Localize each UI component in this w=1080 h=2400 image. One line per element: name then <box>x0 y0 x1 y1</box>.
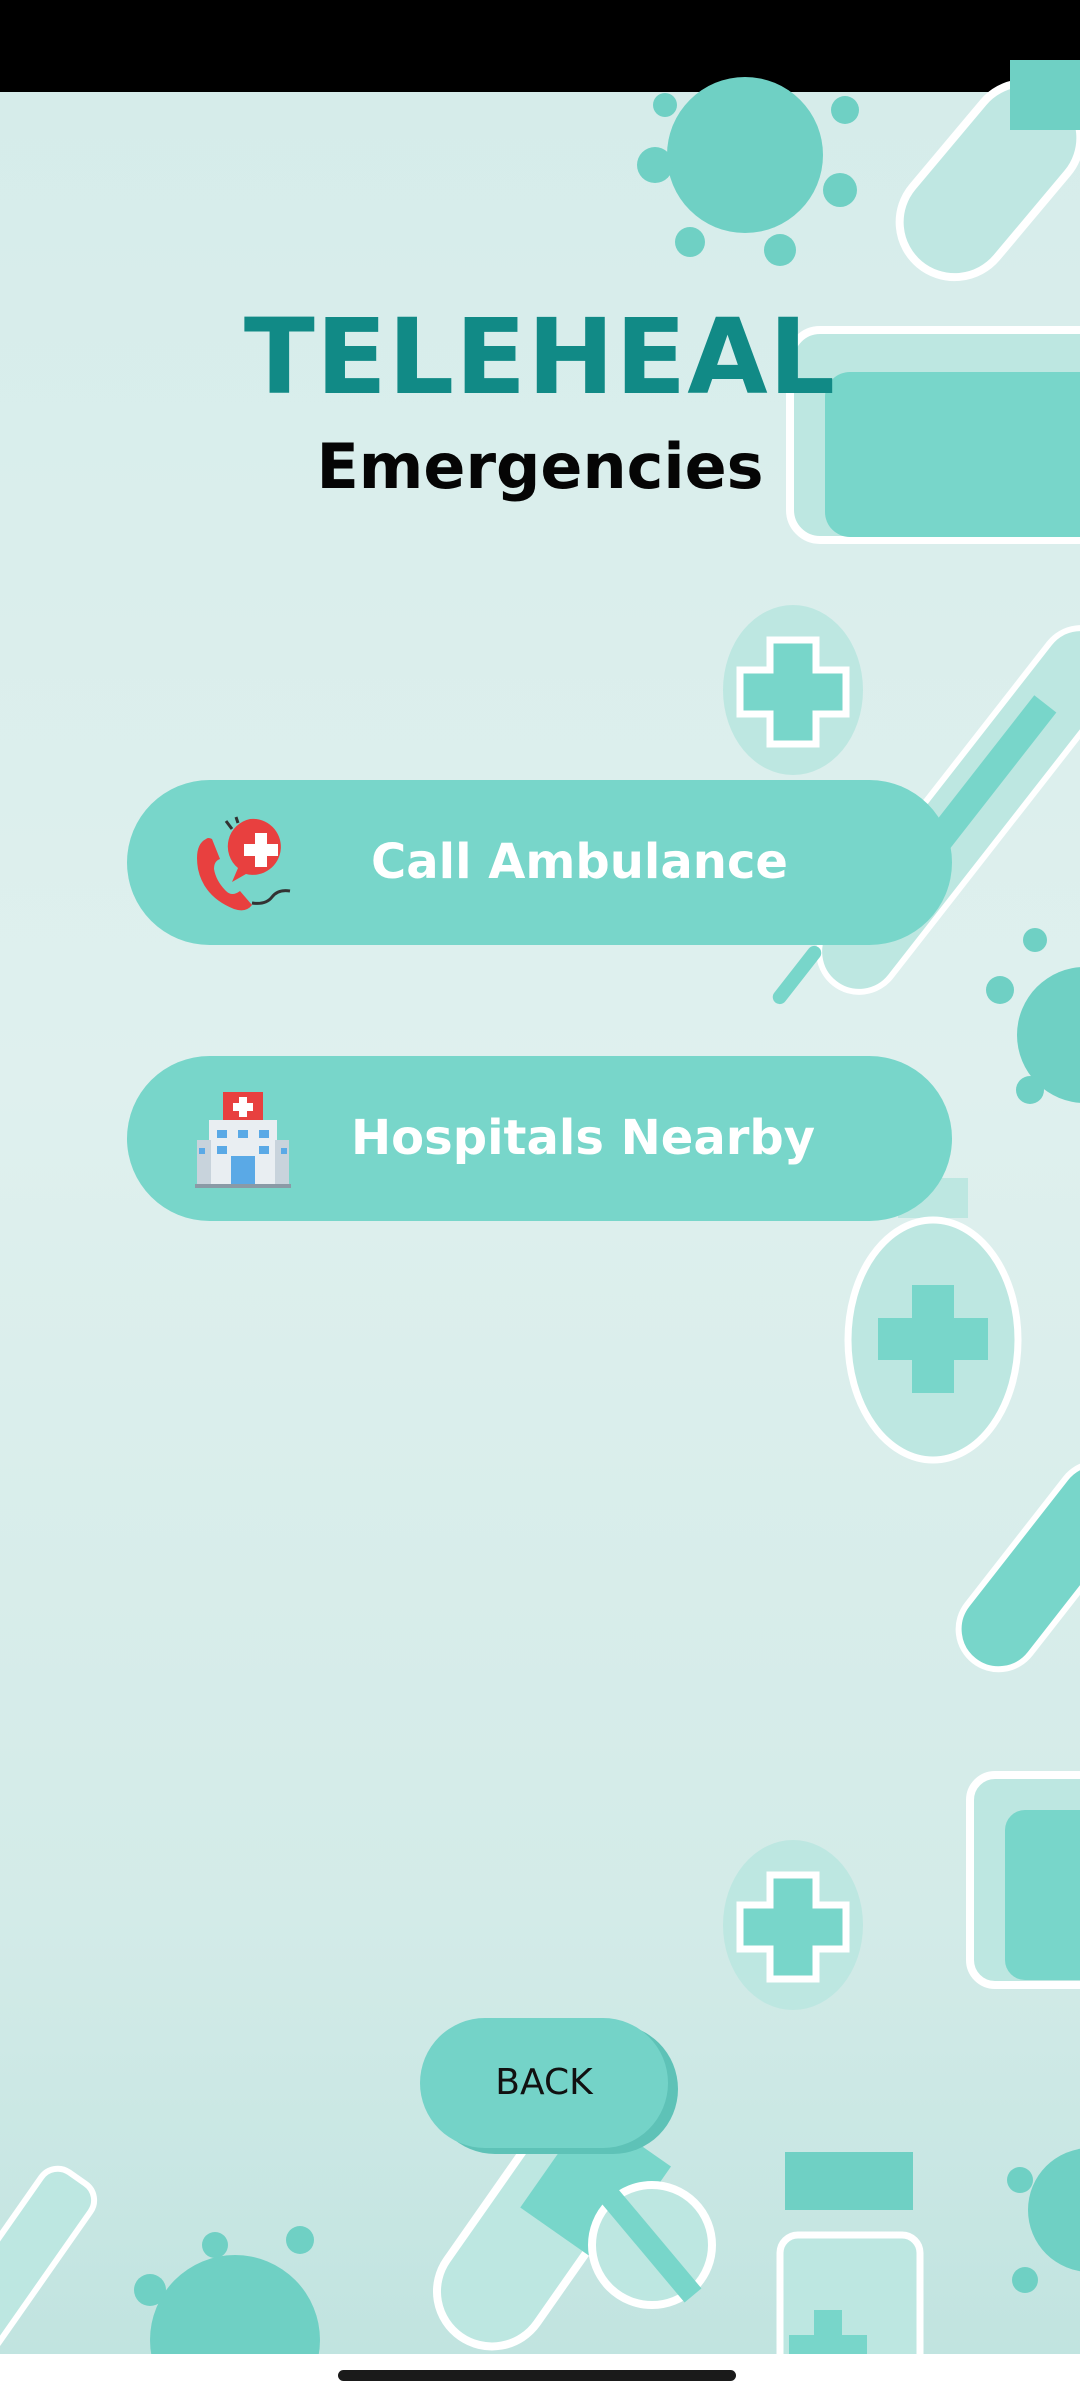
app-title: TELEHEAL <box>243 296 837 418</box>
back-button[interactable]: BACK <box>420 2018 668 2148</box>
call-ambulance-label: Call Ambulance <box>371 834 788 890</box>
plus-badge-icon <box>723 605 863 775</box>
virus-icon <box>986 928 1080 1104</box>
syringe-icon <box>0 2165 98 2355</box>
thermometer-icon <box>955 1460 1080 1673</box>
mask-icon <box>966 1771 1080 1989</box>
plus-badge-icon <box>723 1840 863 2010</box>
page-title: Emergencies <box>316 430 764 503</box>
pill-icon <box>895 60 1080 282</box>
virus-icon <box>1007 2148 1080 2293</box>
ambulance-call-icon <box>197 816 291 911</box>
back-label: BACK <box>495 2062 593 2103</box>
emergencies-screen: TELEHEAL Emergencies Call Ambulance Hosp… <box>0 0 1080 2400</box>
home-indicator[interactable] <box>338 2370 736 2381</box>
virus-icon <box>637 77 859 266</box>
call-ambulance-button[interactable]: Call Ambulance <box>127 780 952 945</box>
hospitals-nearby-label: Hospitals Nearby <box>351 1110 816 1166</box>
hospital-icon <box>195 1092 291 1188</box>
hospitals-nearby-button[interactable]: Hospitals Nearby <box>127 1056 952 1221</box>
